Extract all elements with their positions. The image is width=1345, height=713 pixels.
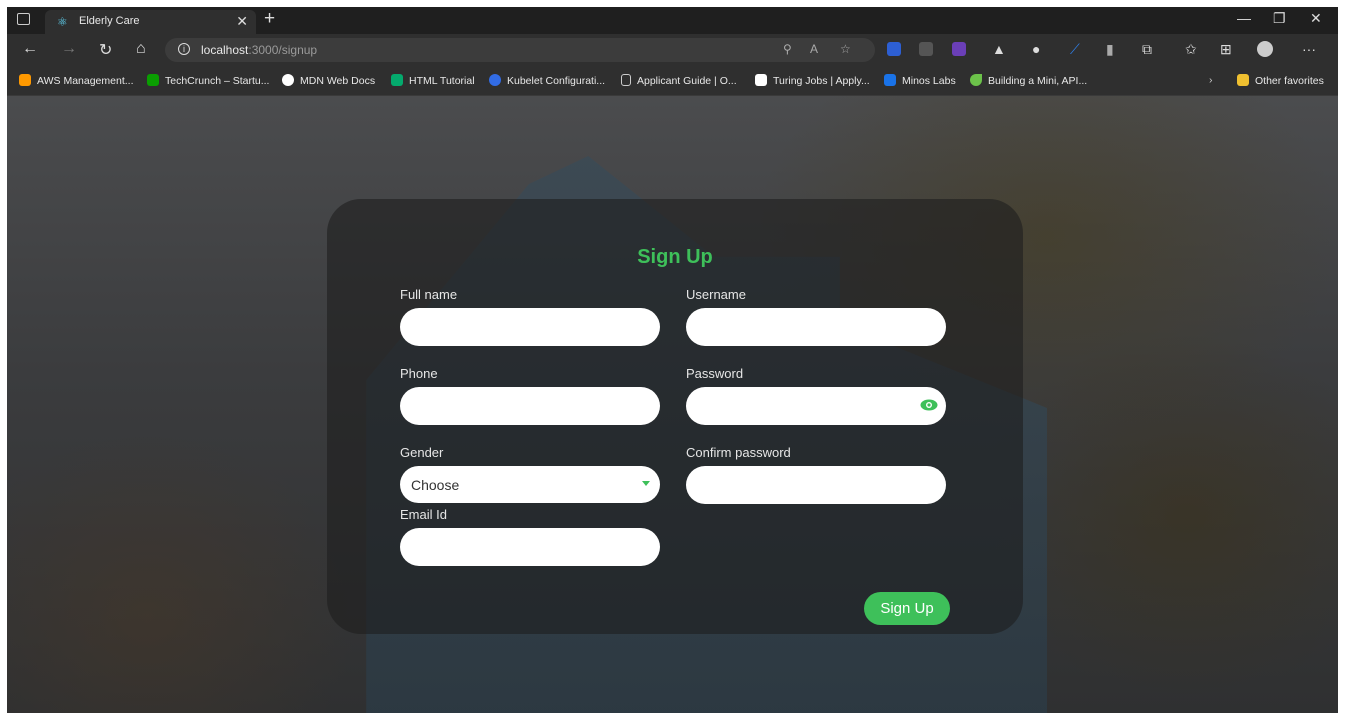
title-bar: ⚛ Elderly Care ✕ + — ❐ ✕ (7, 7, 1338, 34)
username-input[interactable] (686, 308, 946, 346)
chevron-right-icon[interactable]: › (1209, 74, 1213, 86)
confirm-password-label: Confirm password (686, 445, 791, 460)
back-icon[interactable]: ← (22, 40, 38, 58)
restore-icon[interactable]: ❐ (1273, 10, 1286, 27)
minos-icon (884, 74, 896, 86)
react-icon: ⚛ (57, 15, 68, 29)
favorite-html-tutorial[interactable]: HTML Tutorial (391, 74, 475, 87)
favorite-label: Building a Mini, API... (988, 75, 1088, 87)
gender-label: Gender (400, 445, 444, 460)
favorite-label: MDN Web Docs (300, 75, 376, 87)
extension-feather-icon[interactable]: ⟋ (1070, 41, 1080, 58)
favorite-label: TechCrunch – Startu... (165, 75, 270, 87)
turing-icon (755, 74, 767, 86)
collections-icon[interactable]: ⊞ (1220, 41, 1232, 58)
url-host: localhost (201, 43, 249, 57)
url-path: :3000/signup (248, 43, 318, 57)
techcrunch-icon (147, 74, 159, 86)
minimize-icon[interactable]: — (1237, 10, 1251, 26)
password-label: Password (686, 366, 744, 381)
favorite-aws[interactable]: AWS Management... (19, 74, 133, 87)
favorites-icon[interactable]: ✩ (1185, 41, 1197, 58)
username-label: Username (686, 287, 746, 302)
page-background: Sign Up Full name Username Phone Passwor… (7, 96, 1338, 713)
favorites-bar: AWS Management... TechCrunch – Startu...… (7, 67, 1338, 96)
other-favorites[interactable]: Other favorites (1237, 74, 1324, 87)
signup-panel: Sign Up Full name Username Phone Passwor… (327, 199, 1023, 634)
extension-mountain-icon[interactable]: ▲ (992, 41, 1006, 57)
full-name-label: Full name (400, 287, 458, 302)
close-tab-icon[interactable]: ✕ (236, 13, 248, 30)
favorite-mdn[interactable]: MDN Web Docs (282, 74, 375, 87)
kubernetes-icon (489, 74, 501, 86)
favorite-turing-jobs[interactable]: Turing Jobs | Apply... (755, 74, 870, 87)
document-icon (621, 74, 631, 86)
new-tab-icon[interactable]: + (264, 8, 275, 30)
profile-avatar-icon[interactable] (1257, 41, 1273, 57)
favorite-label: HTML Tutorial (409, 75, 475, 87)
full-name-input[interactable] (400, 308, 660, 346)
address-bar[interactable]: i localhost:3000/signup ⚲ A ☆ (165, 38, 875, 62)
url-text[interactable]: localhost:3000/signup (201, 43, 317, 57)
favorite-kubelet[interactable]: Kubelet Configurati... (489, 74, 605, 87)
other-favorites-label: Other favorites (1255, 75, 1324, 87)
extension-bottle-icon[interactable]: ▮ (1106, 41, 1114, 58)
browser-window: ⚛ Elderly Care ✕ + — ❐ ✕ ← → ↻ ⌂ i local… (7, 7, 1338, 713)
favorite-label: Kubelet Configurati... (507, 75, 606, 87)
add-favorite-icon[interactable]: ☆ (840, 42, 851, 56)
password-input[interactable] (686, 387, 946, 425)
key-icon[interactable]: ⚲ (783, 42, 792, 56)
home-icon[interactable]: ⌂ (136, 40, 146, 58)
tab-actions-icon[interactable] (17, 13, 30, 25)
signup-button[interactable]: Sign Up (864, 592, 950, 625)
more-options-icon[interactable]: ··· (1302, 41, 1316, 57)
chevron-down-icon (642, 481, 650, 486)
close-window-icon[interactable]: ✕ (1310, 10, 1322, 27)
forward-icon[interactable]: → (61, 40, 77, 58)
extension-circle-icon[interactable]: ● (1032, 41, 1040, 57)
folder-icon (1237, 74, 1249, 86)
favorite-label: Applicant Guide | O... (637, 75, 737, 87)
favorite-techcrunch[interactable]: TechCrunch – Startu... (147, 74, 269, 87)
mdn-icon (282, 74, 294, 86)
address-toolbar: ← → ↻ ⌂ i localhost:3000/signup ⚲ A ☆ ▲ … (7, 34, 1338, 67)
aws-icon (19, 74, 31, 86)
favorite-applicant-guide[interactable]: Applicant Guide | O... (621, 74, 737, 87)
gender-select[interactable]: Choose (400, 466, 660, 503)
favorite-label: AWS Management... (37, 75, 134, 87)
favorite-label: Turing Jobs | Apply... (773, 75, 870, 87)
extension-blue-icon[interactable] (887, 42, 901, 56)
extension-gray-icon[interactable] (919, 42, 933, 56)
read-aloud-icon[interactable]: A (810, 42, 818, 56)
phone-input[interactable] (400, 387, 660, 425)
reload-icon[interactable]: ↻ (99, 40, 112, 60)
phone-label: Phone (400, 366, 438, 381)
favorite-label: Minos Labs (902, 75, 956, 87)
email-input[interactable] (400, 528, 660, 566)
show-password-eye-icon[interactable] (920, 399, 938, 411)
email-label: Email Id (400, 507, 447, 522)
confirm-password-input[interactable] (686, 466, 946, 504)
page-title: Sign Up (637, 246, 713, 268)
w3schools-icon (391, 74, 403, 86)
tab-title: Elderly Care (79, 15, 140, 27)
favorite-minos-labs[interactable]: Minos Labs (884, 74, 956, 87)
info-icon[interactable]: i (178, 43, 190, 55)
gender-selected-value: Choose (411, 477, 460, 493)
extensions-icon[interactable]: ⧉ (1142, 41, 1152, 58)
favorite-building-mini-api[interactable]: Building a Mini, API... (970, 74, 1087, 87)
tab-elderly-care[interactable]: ⚛ Elderly Care ✕ (45, 10, 256, 34)
extension-purple-icon[interactable] (952, 42, 966, 56)
leaf-icon (970, 74, 982, 86)
